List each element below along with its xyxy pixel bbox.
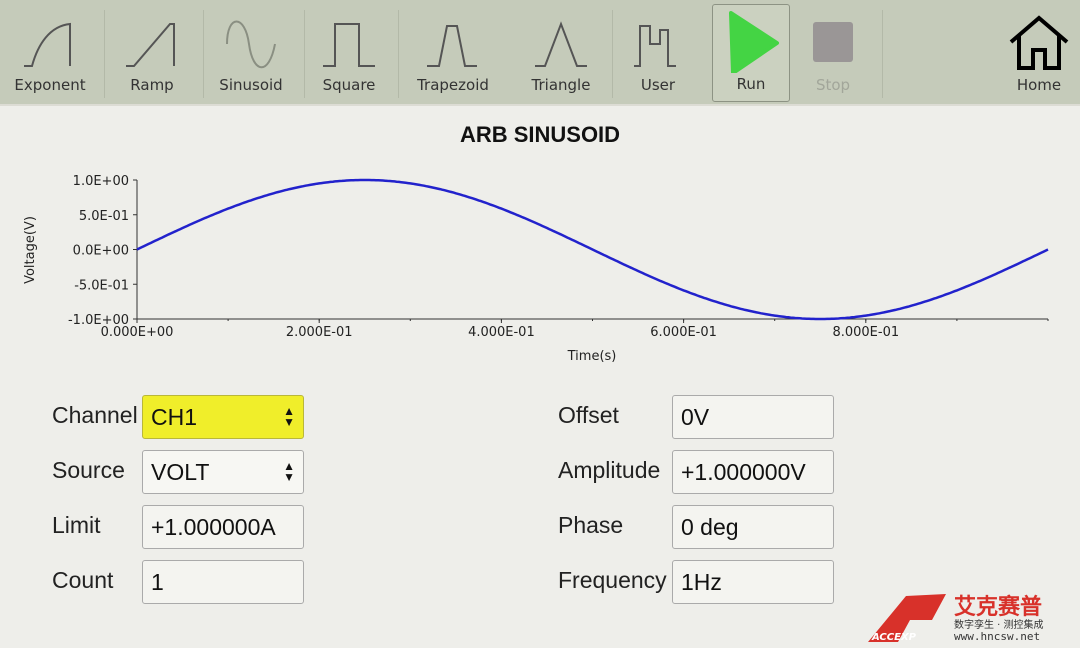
channel-label: Channel bbox=[52, 402, 138, 428]
sinusoid-button[interactable]: Sinusoid bbox=[206, 4, 296, 102]
waveform-chart: 0.000E+00 2.000E-01 4.000E-01 6.000E-01 8.00… bbox=[23, 174, 1049, 364]
count-label: Count bbox=[52, 567, 114, 593]
square-button[interactable]: Square bbox=[306, 4, 392, 102]
offset-input[interactable]: 0V bbox=[672, 395, 834, 439]
ramp-wave-icon bbox=[126, 23, 175, 67]
svg-text:ACCEXP: ACCEXP bbox=[871, 632, 917, 643]
triangle-label: Triangle bbox=[531, 76, 591, 94]
x-tick-label: 2.000E-01 bbox=[286, 325, 353, 340]
home-button[interactable]: Home bbox=[1000, 4, 1078, 102]
amplitude-label: Amplitude bbox=[558, 457, 661, 483]
frequency-input[interactable]: 1Hz bbox=[672, 560, 834, 604]
source-label: Source bbox=[52, 457, 125, 483]
ramp-label: Ramp bbox=[130, 76, 174, 94]
x-tick-label: 6.000E-01 bbox=[650, 325, 717, 340]
frequency-label: Frequency bbox=[558, 567, 667, 593]
stop-button[interactable]: Stop bbox=[794, 4, 872, 102]
run-button[interactable]: Run bbox=[712, 4, 790, 102]
updown-arrows-icon: ▲ ▼ bbox=[283, 404, 295, 429]
triangle-wave-icon bbox=[535, 21, 587, 67]
exponent-button[interactable]: Exponent bbox=[4, 4, 96, 102]
trapezoid-wave-icon bbox=[427, 25, 477, 67]
svg-text:艾克赛普: 艾克赛普 bbox=[954, 594, 1042, 620]
user-wave-icon bbox=[634, 25, 676, 67]
square-wave-icon bbox=[323, 23, 375, 67]
trapezoid-button[interactable]: Trapezoid bbox=[402, 4, 504, 102]
channel-value: CH1 bbox=[151, 404, 198, 430]
y-tick-label: -5.0E-01 bbox=[74, 278, 129, 293]
chart-title: ARB SINUSOID bbox=[459, 122, 621, 147]
amplitude-input[interactable]: +1.000000V bbox=[672, 450, 834, 494]
svg-text:www.hncsw.net: www.hncsw.net bbox=[954, 630, 1040, 643]
y-tick-label: -1.0E+00 bbox=[68, 313, 129, 328]
user-label: User bbox=[640, 76, 676, 94]
channel-select[interactable]: CH1 ▲ ▼ bbox=[142, 395, 304, 439]
y-tick-label: 0.0E+00 bbox=[73, 244, 129, 259]
updown-arrows-icon: ▲ ▼ bbox=[283, 459, 295, 484]
x-axis-label: Time(s) bbox=[567, 349, 617, 364]
stop-label: Stop bbox=[815, 76, 851, 94]
limit-label: Limit bbox=[52, 512, 101, 538]
trapezoid-label: Trapezoid bbox=[417, 76, 489, 94]
phase-label: Phase bbox=[558, 512, 624, 538]
stop-icon bbox=[813, 22, 853, 62]
exponent-wave-icon bbox=[24, 22, 71, 67]
source-select[interactable]: VOLT ▲ ▼ bbox=[142, 450, 304, 494]
home-icon bbox=[1009, 15, 1069, 70]
phase-input[interactable]: 0 deg bbox=[672, 505, 834, 549]
sinusoid-label: Sinusoid bbox=[219, 76, 283, 94]
offset-label: Offset bbox=[558, 402, 619, 428]
exponent-label: Exponent bbox=[14, 76, 86, 94]
y-tick-label: 1.0E+00 bbox=[73, 174, 129, 189]
ramp-button[interactable]: Ramp bbox=[108, 4, 196, 102]
limit-input[interactable]: +1.000000A bbox=[142, 505, 304, 549]
sine-wave-icon bbox=[226, 20, 276, 69]
run-label: Run bbox=[736, 75, 766, 93]
y-axis-label: Voltage(V) bbox=[23, 216, 38, 284]
sine-series-line bbox=[136, 178, 1049, 321]
y-tick-label: 5.0E-01 bbox=[79, 209, 129, 224]
x-tick-label: 8.000E-01 bbox=[832, 325, 899, 340]
home-label: Home bbox=[1016, 76, 1062, 94]
source-value: VOLT bbox=[151, 459, 210, 485]
triangle-button[interactable]: Triangle bbox=[512, 4, 610, 102]
watermark-logo: ACCEXP 艾克赛普 数字孪生 · 测控集成 www.hncsw.net bbox=[868, 594, 1044, 643]
user-button[interactable]: User bbox=[614, 4, 702, 102]
square-label: Square bbox=[322, 76, 376, 94]
count-input[interactable]: 1 bbox=[142, 560, 304, 604]
play-icon bbox=[729, 11, 779, 73]
toolbar: Exponent Ramp Sinusoid Square Trapezoid … bbox=[0, 0, 1080, 106]
x-tick-label: 4.000E-01 bbox=[468, 325, 535, 340]
